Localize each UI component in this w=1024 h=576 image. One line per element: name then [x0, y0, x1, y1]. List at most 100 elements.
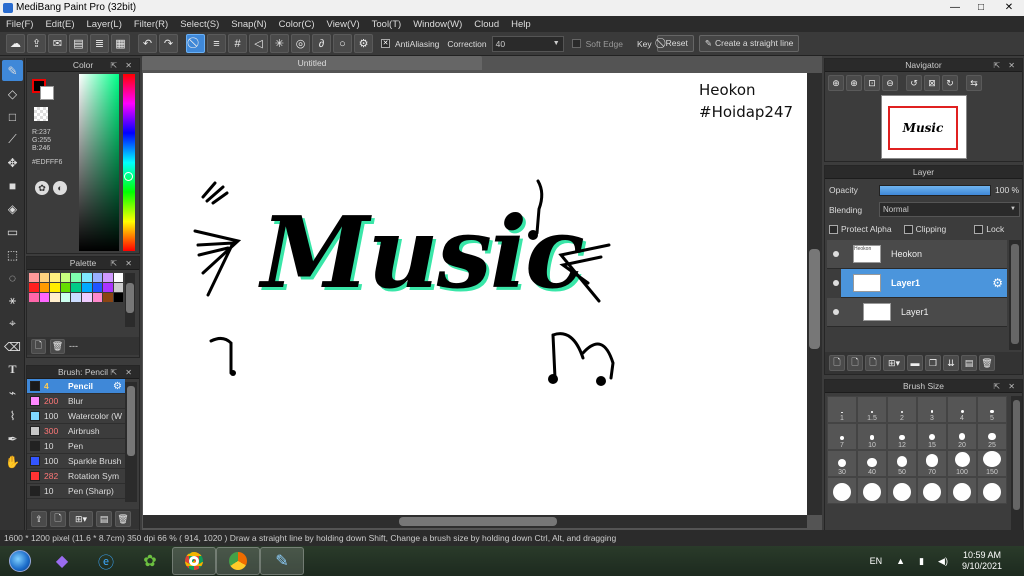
maximize-button[interactable]: □ — [968, 0, 994, 16]
palette-swatch[interactable] — [71, 273, 81, 282]
palette-swatch[interactable] — [60, 273, 71, 282]
background-color-swatch[interactable] — [40, 86, 54, 100]
brush-scrollbar[interactable] — [125, 382, 137, 502]
snap-off-icon[interactable]: ⃠ — [186, 34, 205, 53]
palette-swatch[interactable] — [113, 273, 124, 282]
palette-swatch[interactable] — [29, 293, 39, 302]
shape-tool-icon[interactable]: □ — [2, 106, 23, 127]
panel-close-icon[interactable]: ⇱ ✕ — [993, 59, 1018, 72]
palette-swatch[interactable] — [113, 283, 124, 292]
brush-delete-icon[interactable]: 🗑 — [115, 511, 131, 527]
opacity-slider[interactable] — [879, 185, 991, 196]
palette-swatch[interactable] — [81, 273, 92, 282]
volume-icon[interactable]: ◀) — [938, 556, 948, 567]
brush-size-cell[interactable]: 50 — [887, 450, 917, 477]
rotate-right-icon[interactable]: ↻ — [942, 75, 958, 91]
network-icon[interactable]: ▮ — [919, 556, 924, 567]
brush-size-cell[interactable]: 10 — [857, 423, 887, 450]
brush-size-scrollbar[interactable] — [1011, 396, 1022, 530]
transparent-color-swatch[interactable] — [34, 107, 48, 121]
brush-settings-icon[interactable]: ▤ — [96, 511, 112, 527]
document-tab[interactable]: Untitled — [142, 56, 482, 70]
gear-icon[interactable]: ⚙ — [992, 276, 1003, 290]
menu-filter[interactable]: Filter(R) — [128, 19, 174, 30]
new-layer-icon[interactable]: 🗋 — [829, 355, 845, 371]
brush-size-cell[interactable]: 150 — [977, 450, 1007, 477]
radial-snap-icon[interactable]: ✳ — [270, 34, 289, 53]
soft-edge-checkbox[interactable] — [571, 39, 581, 48]
brush-size-cell[interactable]: 2 — [887, 396, 917, 423]
divide-tool-icon[interactable]: ⌁ — [2, 382, 23, 403]
palette-swatch[interactable] — [103, 283, 113, 292]
palette-swatch[interactable] — [50, 293, 60, 302]
chat-icon[interactable]: ▤ — [69, 34, 88, 53]
brush-item[interactable]: 200 Blur — [27, 394, 125, 409]
brush-item[interactable]: 100 Watercolor (W — [27, 409, 125, 424]
panel-close-icon[interactable]: ⇱ ✕ — [110, 59, 135, 72]
grid-snap-icon[interactable]: # — [228, 34, 247, 53]
menu-tool[interactable]: Tool(T) — [366, 19, 408, 30]
palette-swatch[interactable] — [103, 273, 113, 282]
palette-swatch[interactable] — [39, 283, 50, 292]
zoom-out-icon[interactable]: ⊖ — [882, 75, 898, 91]
palette-swatch[interactable] — [92, 283, 103, 292]
drawing-canvas[interactable]: Heokon #Hoidap247 Music — [143, 73, 807, 515]
media-app-icon[interactable]: ✿ — [128, 547, 172, 575]
internet-explorer-icon[interactable]: ⓔ — [84, 547, 128, 575]
brush-size-cell[interactable] — [827, 477, 857, 504]
clock[interactable]: 10:59 AM 9/10/2021 — [962, 550, 1002, 572]
brush-size-cell[interactable]: 5 — [977, 396, 1007, 423]
brush-cloud-icon[interactable]: ⇪ — [31, 511, 47, 527]
brush-size-cell[interactable]: 100 — [947, 450, 977, 477]
add-layer-menu-icon[interactable]: ⊞▾ — [883, 355, 905, 371]
chrome-icon[interactable] — [172, 547, 216, 575]
brush-size-cell[interactable]: 1 — [827, 396, 857, 423]
palette-swatch[interactable] — [81, 283, 92, 292]
circle-snap-icon[interactable]: ◎ — [291, 34, 310, 53]
rotate-left-icon[interactable]: ↺ — [906, 75, 922, 91]
redo-icon[interactable]: ↷ — [159, 34, 178, 53]
gradient-tool-icon[interactable]: ▭ — [2, 221, 23, 242]
folder-icon[interactable]: ▬ — [907, 355, 923, 371]
brush-item[interactable]: 10 Pen — [27, 439, 125, 454]
palette-swatch[interactable] — [71, 293, 81, 302]
saturation-value-picker[interactable] — [79, 74, 119, 251]
visibility-icon[interactable] — [833, 280, 839, 286]
parallel-snap-icon[interactable]: ≡ — [207, 34, 226, 53]
protect-alpha-checkbox[interactable] — [829, 224, 838, 234]
palette-icon[interactable]: ✿ — [35, 181, 49, 195]
cloud-icon[interactable]: ☁ — [6, 34, 25, 53]
clipping-checkbox[interactable] — [903, 224, 913, 234]
brush-size-cell[interactable]: 7 — [827, 423, 857, 450]
curve-snap-icon[interactable]: ∂ — [312, 34, 331, 53]
brush-item[interactable]: 100 Sparkle Brush — [27, 454, 125, 469]
brush-item[interactable]: 4 Pencil ⚙ — [27, 379, 125, 394]
text-tool-icon[interactable]: T — [2, 359, 23, 380]
material-icon[interactable]: ▦ — [111, 34, 130, 53]
menu-select[interactable]: Select(S) — [174, 19, 225, 30]
menu-cloud[interactable]: Cloud — [468, 19, 505, 30]
brush-size-cell[interactable]: 25 — [977, 423, 1007, 450]
navigator-preview[interactable]: Music — [881, 95, 967, 159]
fill-rect-tool-icon[interactable]: ■ — [2, 175, 23, 196]
merge-layer-icon[interactable]: ⇊ — [943, 355, 959, 371]
palette-swatch[interactable] — [50, 283, 60, 292]
panel-close-icon[interactable]: ⇱ ✕ — [110, 366, 135, 379]
brush-new-icon[interactable]: 🗋 — [50, 511, 66, 527]
hue-handle[interactable] — [124, 172, 133, 181]
layer-row[interactable]: Heokon Heokon — [827, 240, 1007, 269]
brush-size-cell[interactable] — [917, 477, 947, 504]
delete-layer-icon[interactable]: 🗑 — [979, 355, 995, 371]
palette-swatch[interactable] — [29, 283, 39, 292]
brush-item[interactable]: 300 Airbrush — [27, 424, 125, 439]
antialias-checkbox[interactable]: ✕ — [381, 39, 390, 48]
new-page-icon[interactable]: 🗋 — [31, 338, 46, 354]
ellipse-snap-icon[interactable]: ○ — [333, 34, 352, 53]
brush-size-cell[interactable] — [977, 477, 1007, 504]
select-eraser-tool-icon[interactable]: ⌫ — [2, 336, 23, 357]
palette-scrollbar[interactable] — [125, 273, 135, 327]
palette-swatch[interactable] — [71, 283, 81, 292]
brush-tool-icon[interactable]: ✎ — [2, 60, 23, 81]
brush-size-cell[interactable]: 4 — [947, 396, 977, 423]
lasso-tool-icon[interactable]: ◌ — [2, 267, 23, 288]
